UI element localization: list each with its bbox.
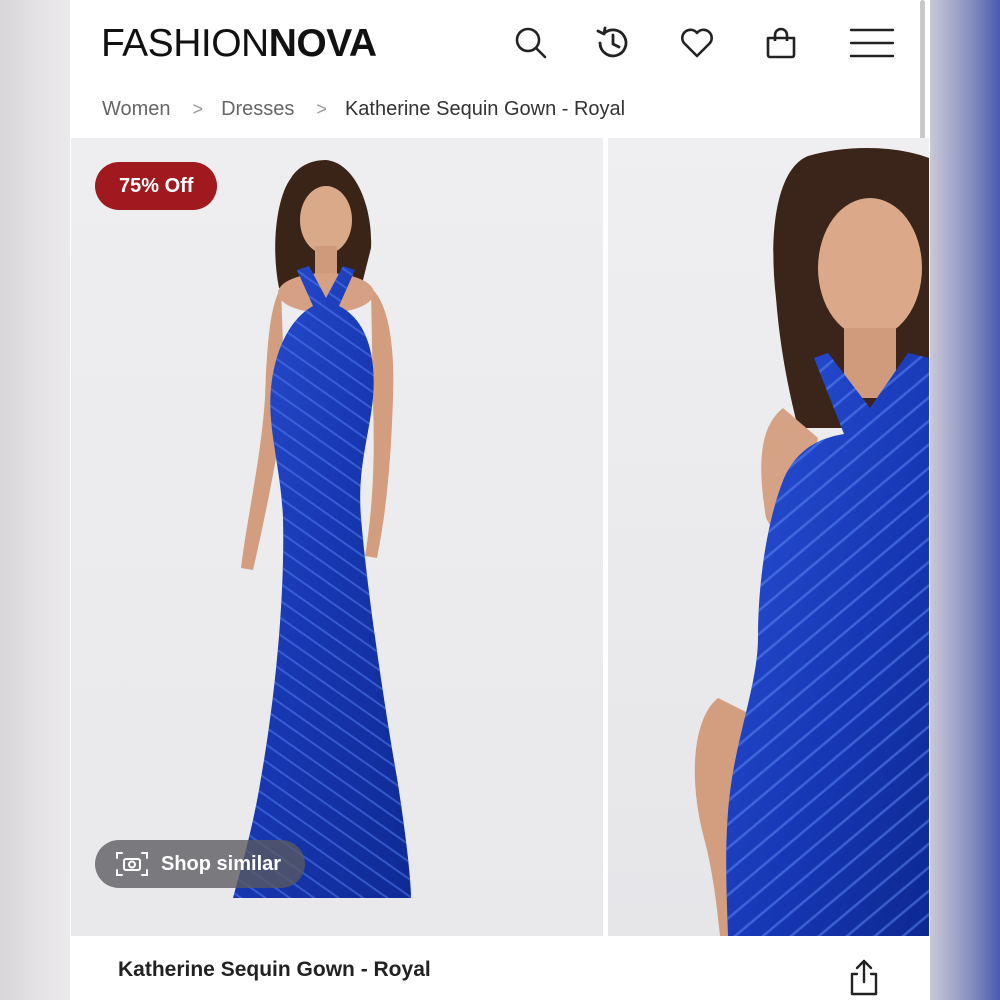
header: FASHIONNOVA: [71, 0, 929, 90]
model-figure-full: [233, 160, 411, 898]
brand-logo[interactable]: FASHIONNOVA: [101, 22, 377, 66]
product-image-closeup[interactable]: [608, 138, 929, 936]
breadcrumb-dresses[interactable]: Dresses: [221, 98, 294, 121]
history-icon: [596, 26, 628, 58]
share-button[interactable]: [847, 958, 881, 998]
heart-icon: [681, 28, 713, 58]
breadcrumb-women[interactable]: Women: [102, 98, 171, 121]
breadcrumb-separator: >: [192, 98, 204, 119]
product-image-full-length[interactable]: 75% Off Shop similar: [71, 138, 603, 936]
logo-thin-text: FASHION: [101, 22, 269, 65]
logo-bold-text: NOVA: [268, 22, 377, 65]
search-button[interactable]: [508, 20, 554, 66]
cart-button[interactable]: [758, 20, 804, 66]
wishlist-button[interactable]: [674, 20, 720, 66]
model-figure-closeup: [694, 147, 929, 936]
camera-scan-icon: [116, 852, 148, 876]
breadcrumb-separator: >: [316, 98, 327, 119]
search-icon: [515, 27, 547, 59]
history-button[interactable]: [590, 20, 636, 66]
product-title: Katherine Sequin Gown - Royal: [118, 958, 431, 981]
product-gallery[interactable]: 75% Off Shop similar: [71, 138, 929, 936]
discount-badge: 75% Off: [95, 162, 218, 210]
shop-similar-button[interactable]: Shop similar: [95, 840, 306, 888]
scrollbar[interactable]: [920, 0, 925, 160]
bag-icon: [766, 27, 796, 59]
breadcrumb-current: Katherine Sequin Gown - Royal: [344, 97, 626, 120]
app-screen: FASHIONNOVA Women > Dresses > Katherine …: [71, 0, 929, 1000]
menu-button[interactable]: [849, 20, 895, 66]
menu-icon: [849, 28, 895, 58]
share-icon: [850, 959, 878, 996]
breadcrumb: Women > Dresses > Katherine Sequin Gown …: [102, 94, 625, 124]
shop-similar-label: Shop similar: [161, 852, 282, 875]
